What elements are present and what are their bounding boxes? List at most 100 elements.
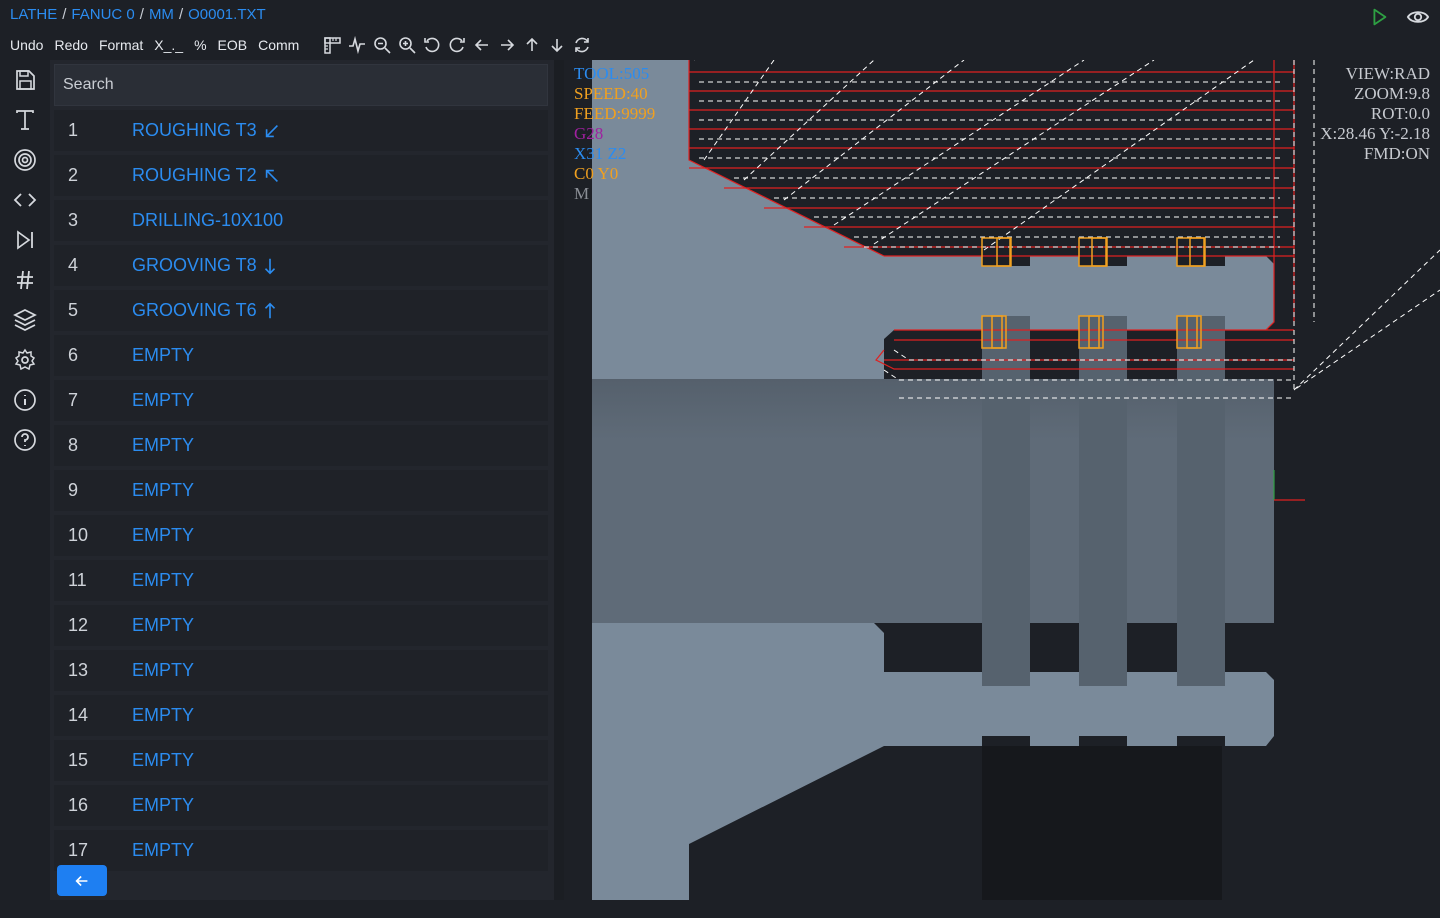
operation-row[interactable]: 4 GROOVING T8: [54, 245, 548, 286]
groove-band: [1079, 316, 1127, 686]
search-input[interactable]: Search: [54, 64, 548, 106]
percent-button[interactable]: %: [194, 37, 206, 53]
operation-label-text: EMPTY: [132, 480, 195, 500]
info-icon[interactable]: [13, 388, 37, 412]
operation-number: 6: [68, 345, 79, 365]
help-icon[interactable]: [13, 428, 37, 452]
breadcrumb-controller[interactable]: FANUC 0: [71, 6, 134, 23]
operation-label: GROOVING T6: [132, 300, 277, 321]
layers-icon[interactable]: [13, 308, 37, 332]
operation-row[interactable]: 14 EMPTY: [54, 695, 548, 736]
hash-icon[interactable]: [13, 268, 37, 292]
breadcrumb-separator: /: [62, 5, 67, 23]
operation-row[interactable]: 6 EMPTY: [54, 335, 548, 376]
gear-icon[interactable]: [13, 348, 37, 372]
refresh-icon[interactable]: [572, 35, 592, 55]
operation-label-text: EMPTY: [132, 435, 195, 455]
operation-row[interactable]: 15 EMPTY: [54, 740, 548, 781]
operation-label: EMPTY: [132, 345, 194, 366]
tool-info-line: FEED:9999: [574, 104, 656, 123]
view-info-line: ZOOM:9.8: [1353, 84, 1430, 103]
arrow-down-icon: [263, 257, 277, 275]
save-icon[interactable]: [13, 68, 37, 92]
arrow-down-left-icon: [263, 122, 281, 140]
groove-band: [982, 316, 1030, 686]
target-icon[interactable]: [13, 148, 37, 172]
operation-label-text: EMPTY: [132, 345, 195, 365]
arrow-up-icon[interactable]: [522, 35, 542, 55]
operation-row[interactable]: 9 EMPTY: [54, 470, 548, 511]
format-button[interactable]: Format: [99, 37, 143, 53]
operation-row[interactable]: 8 EMPTY: [54, 425, 548, 466]
operation-label: EMPTY: [132, 795, 194, 816]
operation-number: 2: [68, 165, 79, 185]
chuck-shadow: [982, 746, 1222, 900]
top-actions: [1368, 6, 1430, 28]
workpiece-bore: [592, 379, 1274, 623]
operation-row[interactable]: 13 EMPTY: [54, 650, 548, 691]
tool-info-overlay: TOOL:505 SPEED:40 FEED:9999 G28 X31 Z2 C0 Y0 M: [574, 64, 655, 204]
groove-cut: [1177, 736, 1225, 746]
operation-number: 4: [68, 255, 79, 275]
skip-forward-icon[interactable]: [13, 228, 37, 252]
text-icon[interactable]: [13, 108, 37, 132]
zoom-in-icon[interactable]: [397, 35, 417, 55]
operation-row[interactable]: 12 EMPTY: [54, 605, 548, 646]
operation-number: 15: [68, 750, 89, 770]
operation-row[interactable]: 2 ROUGHING T2: [54, 155, 548, 196]
breadcrumb-units[interactable]: MM: [149, 6, 174, 23]
groove-band: [1177, 316, 1225, 686]
rotate-left-icon[interactable]: [422, 35, 442, 55]
eob-button[interactable]: EOB: [218, 37, 248, 53]
groove-cut: [982, 736, 1030, 746]
back-button[interactable]: [57, 865, 107, 896]
arrow-right-icon[interactable]: [497, 35, 517, 55]
operation-number: 8: [68, 435, 79, 455]
breadcrumb-machine[interactable]: LATHE: [10, 6, 57, 23]
operation-row[interactable]: 17 EMPTY: [54, 830, 548, 871]
operation-number: 1: [68, 120, 79, 140]
breadcrumb-separator: /: [178, 5, 184, 23]
operation-label: EMPTY: [132, 570, 194, 591]
operation-label-text: EMPTY: [132, 390, 195, 410]
zoom-out-icon[interactable]: [372, 35, 392, 55]
tool-info-line: SPEED:40: [574, 84, 648, 103]
operation-label: GROOVING T8: [132, 255, 277, 276]
undo-button[interactable]: Undo: [10, 37, 43, 53]
breadcrumb-file[interactable]: O0001.TXT: [188, 6, 266, 23]
tool-info-line: X31 Z2: [574, 144, 627, 163]
operation-number: 9: [68, 480, 79, 500]
redo-button[interactable]: Redo: [54, 37, 87, 53]
operations-panel: Search 1 ROUGHING T3 2 ROUGHING T2 3 DRILLING…: [50, 60, 554, 900]
operation-label: EMPTY: [132, 480, 194, 501]
operation-row[interactable]: 10 EMPTY: [54, 515, 548, 556]
operation-label-text: EMPTY: [132, 705, 195, 725]
operation-label-text: EMPTY: [132, 660, 195, 680]
operation-label-text: GROOVING T8: [132, 255, 257, 275]
waveform-icon[interactable]: [347, 35, 367, 55]
operations-list: 1 ROUGHING T3 2 ROUGHING T2 3 DRILLING-10X100…: [54, 110, 548, 918]
arrow-left-icon: [75, 875, 88, 886]
panel-splitter[interactable]: [554, 60, 564, 900]
eye-icon[interactable]: [1406, 6, 1430, 28]
operation-number: 16: [68, 795, 89, 815]
operation-label: EMPTY: [132, 615, 194, 636]
ruler-icon[interactable]: [322, 35, 342, 55]
operation-row[interactable]: 7 EMPTY: [54, 380, 548, 421]
arrow-left-icon[interactable]: [472, 35, 492, 55]
operation-row[interactable]: 1 ROUGHING T3: [54, 110, 548, 151]
operation-row[interactable]: 5 GROOVING T6: [54, 290, 548, 331]
play-icon[interactable]: [1368, 6, 1390, 28]
decimal-button[interactable]: X_._: [154, 37, 183, 53]
simulation-viewport[interactable]: TOOL:505 SPEED:40 FEED:9999 G28 X31 Z2 C0 Y0 M…: [564, 60, 1440, 900]
operation-label: DRILLING-10X100: [132, 210, 283, 231]
code-icon[interactable]: [13, 188, 37, 212]
view-info-overlay: VIEW:RAD ZOOM:9.8 ROT:0.0 X:28.46 Y:-2.18 FM…: [1320, 64, 1430, 164]
rotate-right-icon[interactable]: [447, 35, 467, 55]
arrow-down-icon[interactable]: [547, 35, 567, 55]
operation-row[interactable]: 16 EMPTY: [54, 785, 548, 826]
operation-row[interactable]: 11 EMPTY: [54, 560, 548, 601]
operation-row[interactable]: 3 DRILLING-10X100: [54, 200, 548, 241]
comment-button[interactable]: Comm: [258, 37, 299, 53]
lathe-simulation: [592, 60, 1440, 900]
